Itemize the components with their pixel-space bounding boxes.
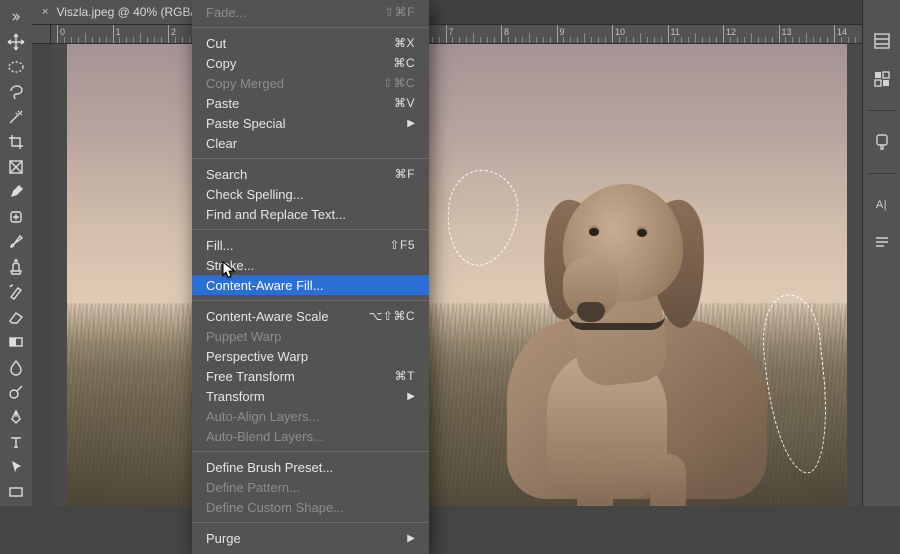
paragraph-panel-icon[interactable] <box>871 232 893 254</box>
type-tool[interactable] <box>2 429 30 454</box>
menu-item-search[interactable]: Search⌘F <box>192 164 429 184</box>
path-select-tool[interactable] <box>2 454 30 479</box>
submenu-arrow-icon: ▶ <box>407 533 415 544</box>
menu-shortcut: ⇧F5 <box>389 238 415 252</box>
healing-brush-tool[interactable] <box>2 204 30 229</box>
menu-item-label: Fade... <box>206 5 384 20</box>
canvas-area[interactable] <box>52 44 862 506</box>
menu-item-spell[interactable]: Check Spelling... <box>192 184 429 204</box>
menu-item-label: Clear <box>206 136 415 151</box>
move-tool[interactable] <box>2 29 30 54</box>
character-panel-icon[interactable]: A| <box>871 194 893 216</box>
menu-item-fill[interactable]: Fill...⇧F5 <box>192 235 429 255</box>
menu-item-label: Find and Replace Text... <box>206 207 415 222</box>
menu-item-puppet: Puppet Warp <box>192 326 429 346</box>
gradient-tool[interactable] <box>2 329 30 354</box>
menu-shortcut: ⇧⌘F <box>384 5 415 19</box>
pen-tool[interactable] <box>2 404 30 429</box>
menu-item-label: Paste Special <box>206 116 399 131</box>
menu-item-label: Check Spelling... <box>206 187 415 202</box>
menu-item-label: Define Custom Shape... <box>206 500 415 515</box>
blur-tool[interactable] <box>2 354 30 379</box>
menu-item-pastespecial[interactable]: Paste Special ▶ <box>192 113 429 133</box>
menu-item-ft[interactable]: Free Transform⌘T <box>192 366 429 386</box>
menu-item-pwarp[interactable]: Perspective Warp <box>192 346 429 366</box>
menu-item-label: Free Transform <box>206 369 395 384</box>
menu-item-aal: Auto-Align Layers... <box>192 406 429 426</box>
menu-item-label: Transform <box>206 389 399 404</box>
lasso-tool[interactable] <box>2 79 30 104</box>
menu-shortcut: ⌘X <box>394 36 415 50</box>
brush-tool[interactable] <box>2 229 30 254</box>
menu-item-abl: Auto-Blend Layers... <box>192 426 429 446</box>
menu-item-dbp[interactable]: Define Brush Preset... <box>192 457 429 477</box>
menu-item-label: Paste <box>206 96 394 111</box>
document-tab-bar: × Viszla.jpeg @ 40% (RGB/ <box>32 0 862 24</box>
menu-item-dcs: Define Custom Shape... <box>192 497 429 517</box>
menu-item-label: Copy Merged <box>206 76 383 91</box>
menu-item-clear[interactable]: Clear <box>192 133 429 153</box>
magic-wand-tool[interactable] <box>2 104 30 129</box>
crop-tool[interactable] <box>2 129 30 154</box>
swatches-panel-icon[interactable] <box>871 68 893 90</box>
menu-item-purge[interactable]: Purge ▶ <box>192 528 429 548</box>
menu-item-label: Copy <box>206 56 393 71</box>
menu-item-caf[interactable]: Content-Aware Fill... <box>192 275 429 295</box>
brush-panel-icon[interactable] <box>871 131 893 153</box>
menu-item-label: Purge <box>206 531 399 546</box>
edit-menu-dropdown: Fade...⇧⌘FCut⌘XCopy⌘CCopy Merged⇧⌘CPaste… <box>192 0 429 554</box>
menu-item-label: Puppet Warp <box>206 329 415 344</box>
menu-shortcut: ⌘F <box>395 167 415 181</box>
marquee-tool[interactable] <box>2 54 30 79</box>
menu-item-cut[interactable]: Cut⌘X <box>192 33 429 53</box>
menu-item-label: Content-Aware Scale <box>206 309 368 324</box>
menu-shortcut: ⌥⇧⌘C <box>368 309 415 323</box>
document-tab-title: Viszla.jpeg @ 40% (RGB/ <box>56 5 193 19</box>
submenu-arrow-icon: ▶ <box>407 391 415 402</box>
menu-shortcut: ⌘C <box>393 56 415 70</box>
horizontal-ruler: 01234567891011121314 <box>32 24 862 44</box>
frame-tool[interactable] <box>2 154 30 179</box>
menu-item-label: Perspective Warp <box>206 349 415 364</box>
submenu-arrow-icon: ▶ <box>407 118 415 129</box>
menu-item-label: Stroke... <box>206 258 415 273</box>
menu-item-stroke[interactable]: Stroke... <box>192 255 429 275</box>
tool-strip <box>0 0 32 506</box>
menu-item-dp: Define Pattern... <box>192 477 429 497</box>
image-document <box>67 44 847 506</box>
menu-item-label: Define Pattern... <box>206 480 415 495</box>
menu-item-label: Fill... <box>206 238 389 253</box>
eraser-tool[interactable] <box>2 304 30 329</box>
menu-item-copy[interactable]: Copy⌘C <box>192 53 429 73</box>
menu-item-cas[interactable]: Content-Aware Scale⌥⇧⌘C <box>192 306 429 326</box>
expand-handle-icon[interactable] <box>9 4 23 29</box>
history-brush-tool[interactable] <box>2 279 30 304</box>
menu-item-label: Define Brush Preset... <box>206 460 415 475</box>
menu-item-findreplace[interactable]: Find and Replace Text... <box>192 204 429 224</box>
menu-shortcut: ⇧⌘C <box>383 76 415 90</box>
menu-item-paste[interactable]: Paste⌘V <box>192 93 429 113</box>
right-panel-strip: A| <box>862 0 900 506</box>
history-panel-icon[interactable] <box>871 30 893 52</box>
menu-item-label: Auto-Align Layers... <box>206 409 415 424</box>
rectangle-tool[interactable] <box>2 479 30 504</box>
menu-item-label: Search <box>206 167 395 182</box>
dodge-tool[interactable] <box>2 379 30 404</box>
eyedropper-tool[interactable] <box>2 179 30 204</box>
menu-shortcut: ⌘V <box>394 96 415 110</box>
menu-item-copymerged: Copy Merged⇧⌘C <box>192 73 429 93</box>
menu-shortcut: ⌘T <box>395 369 415 383</box>
menu-item-fade: Fade...⇧⌘F <box>192 2 429 22</box>
menu-item-transform[interactable]: Transform ▶ <box>192 386 429 406</box>
document-tab[interactable]: × Viszla.jpeg @ 40% (RGB/ <box>32 0 204 24</box>
clone-stamp-tool[interactable] <box>2 254 30 279</box>
menu-item-label: Auto-Blend Layers... <box>206 429 415 444</box>
menu-item-label: Cut <box>206 36 394 51</box>
close-icon[interactable]: × <box>42 6 48 18</box>
menu-item-label: Content-Aware Fill... <box>206 278 415 293</box>
